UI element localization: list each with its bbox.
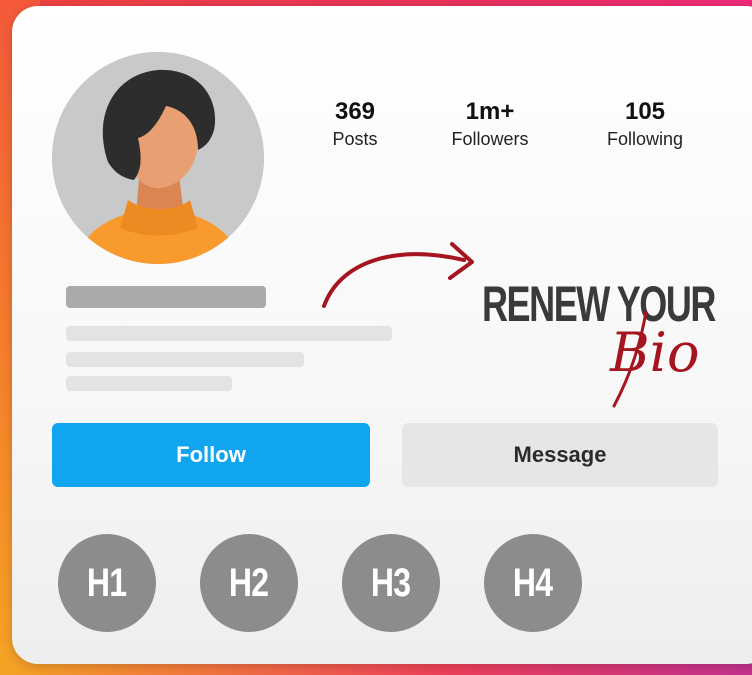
bio-line-placeholder [66,376,232,391]
stat-followers[interactable]: 1m+ Followers [425,98,555,152]
story-highlight-label: H2 [229,560,269,605]
story-highlight-4[interactable]: H4 [484,534,582,632]
stat-followers-value: 1m+ [465,98,515,125]
story-highlight-2[interactable]: H2 [200,534,298,632]
stat-followers-label: Followers [451,129,529,149]
profile-stats: 369 Posts 1m+ Followers 105 Following [12,98,752,168]
stat-posts[interactable]: 369 Posts [290,98,420,152]
stat-posts-value: 369 [334,98,376,125]
stat-following-label: Following [606,129,684,149]
story-highlight-label: H4 [513,560,553,605]
follow-button[interactable]: Follow [52,423,370,487]
profile-card: 369 Posts 1m+ Followers 105 Following RE… [12,6,752,664]
curved-arrow-icon [322,242,474,308]
profile-name-placeholder [66,286,266,308]
story-highlight-label: H3 [371,560,411,605]
story-highlight-3[interactable]: H3 [342,534,440,632]
message-button[interactable]: Message [402,423,718,487]
stat-following[interactable]: 105 Following [580,98,710,152]
bio-line-placeholder [66,326,392,341]
stat-following-value: 105 [624,98,666,125]
story-highlight-1[interactable]: H1 [58,534,156,632]
bio-line-placeholder [66,352,304,367]
story-highlight-label: H1 [87,560,127,605]
promo-script-word: Bio [610,321,700,384]
stat-posts-label: Posts [332,129,378,149]
